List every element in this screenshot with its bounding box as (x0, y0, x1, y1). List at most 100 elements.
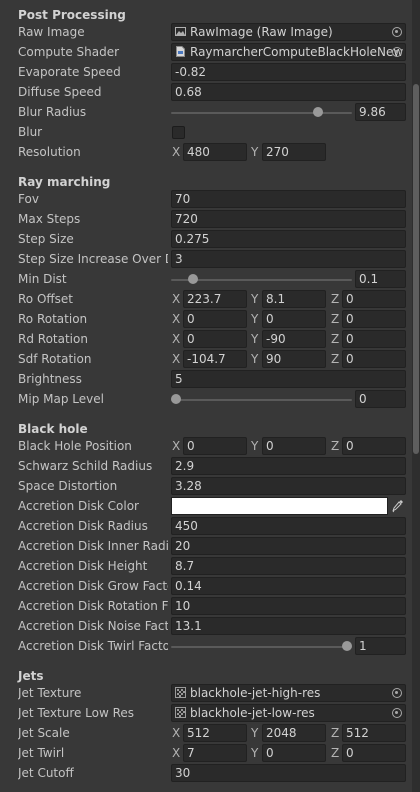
section-header-black-hole: Black hole (18, 422, 88, 436)
schwarz-schild-radius-field[interactable]: 2.9 (171, 457, 406, 475)
raw-image-value: RawImage (Raw Image) (190, 25, 333, 39)
blur-checkbox[interactable] (172, 126, 185, 139)
jet-scale-y-field[interactable]: 2048 (262, 724, 326, 742)
vertical-scrollbar[interactable] (412, 0, 420, 792)
black-hole-position-z-field[interactable]: 0 (342, 437, 406, 455)
ro-offset-z-field[interactable]: 0 (342, 290, 406, 308)
axis-y-label: Y (251, 352, 259, 366)
min-dist-row: Min Dist 0.1 (0, 269, 412, 289)
jet-cutoff-field[interactable]: 30 (171, 764, 406, 782)
section-header-ray-marching: Ray marching (18, 175, 111, 189)
mip-map-level-slider-track[interactable] (171, 399, 352, 401)
ro-offset-x-field[interactable]: 223.7 (183, 290, 247, 308)
resolution-y-field[interactable]: 270 (262, 143, 326, 161)
accretion-disk-grow-factor-field[interactable]: 0.14 (171, 577, 406, 595)
ro-rotation-z-field[interactable]: 0 (342, 310, 406, 328)
diffuse-speed-field[interactable]: 0.68 (171, 83, 406, 101)
accretion-disk-twirl-factor-slider-track[interactable] (171, 646, 352, 648)
ro-rotation-x-field[interactable]: 0 (183, 310, 247, 328)
jet-scale-x-field[interactable]: 512 (183, 724, 247, 742)
object-picker-icon[interactable] (392, 688, 402, 698)
accretion-disk-rotation-factor-row: Accretion Disk Rotation Fac 10 (0, 596, 412, 616)
sdf-rotation-row: Sdf Rotation X -104.7 Y 90 Z 0 (0, 349, 412, 369)
accretion-disk-grow-factor-label: Accretion Disk Grow Facto (18, 579, 168, 593)
blur-label: Blur (18, 125, 43, 139)
sdf-rotation-x-field[interactable]: -104.7 (183, 350, 247, 368)
accretion-disk-color-label: Accretion Disk Color (18, 499, 139, 513)
accretion-disk-rotation-factor-label: Accretion Disk Rotation Fac (18, 599, 168, 613)
ro-rotation-y-field[interactable]: 0 (262, 310, 326, 328)
rd-rotation-y-field[interactable]: -90 (262, 330, 326, 348)
fov-field[interactable]: 70 (171, 190, 406, 208)
axis-x-label: X (172, 726, 181, 740)
accretion-disk-inner-radius-field[interactable]: 20 (171, 537, 406, 555)
black-hole-position-y-field[interactable]: 0 (262, 437, 326, 455)
jet-texture-field[interactable]: blackhole-jet-high-res (171, 684, 406, 702)
axis-x-label: X (172, 439, 181, 453)
axis-z-label: Z (331, 746, 340, 760)
jet-texture-low-res-field[interactable]: blackhole-jet-low-res (171, 704, 406, 722)
axis-z-label: Z (331, 439, 340, 453)
black-hole-position-row: Black Hole Position X 0 Y 0 Z 0 (0, 436, 412, 456)
jet-scale-z-field[interactable]: 512 (342, 724, 406, 742)
axis-y-label: Y (251, 439, 259, 453)
accretion-disk-twirl-factor-field[interactable]: 1 (355, 637, 406, 655)
mip-map-level-row: Mip Map Level 0 (0, 389, 412, 409)
object-picker-icon[interactable] (392, 27, 402, 37)
ro-offset-row: Ro Offset X 223.7 Y 8.1 Z 0 (0, 289, 412, 309)
blur-row: Blur (0, 122, 412, 142)
axis-y-label: Y (251, 332, 259, 346)
section-header-post-processing: Post Processing (18, 8, 126, 22)
axis-x-label: X (172, 312, 181, 326)
jet-cutoff-label: Jet Cutoff (18, 766, 74, 780)
space-distortion-field[interactable]: 3.28 (171, 477, 406, 495)
max-steps-field[interactable]: 720 (171, 210, 406, 228)
object-picker-icon[interactable] (392, 47, 402, 57)
compute-shader-field[interactable]: RaymarcherComputeBlackHoleNew (171, 43, 406, 61)
accretion-disk-height-label: Accretion Disk Height (18, 559, 148, 573)
brightness-field[interactable]: 5 (171, 370, 406, 388)
step-size-increase-row: Step Size Increase Over Di 3 (0, 249, 412, 269)
accretion-disk-noise-factor-field[interactable]: 13.1 (171, 617, 406, 635)
axis-z-label: Z (331, 726, 340, 740)
object-picker-icon[interactable] (392, 708, 402, 718)
raw-image-field[interactable]: RawImage (Raw Image) (171, 23, 406, 41)
raw-image-row: Raw Image RawImage (Raw Image) (0, 22, 412, 42)
accretion-disk-twirl-factor-slider-thumb[interactable] (342, 641, 352, 651)
rd-rotation-x-field[interactable]: 0 (183, 330, 247, 348)
resolution-row: Resolution X 480 Y 270 (0, 142, 412, 162)
blur-radius-slider-thumb[interactable] (312, 107, 323, 117)
sdf-rotation-y-field[interactable]: 90 (262, 350, 326, 368)
accretion-disk-radius-field[interactable]: 450 (171, 517, 406, 535)
schwarz-schild-radius-label: Schwarz Schild Radius (18, 459, 153, 473)
sdf-rotation-z-field[interactable]: 0 (342, 350, 406, 368)
resolution-x-field[interactable]: 480 (183, 143, 247, 161)
axis-x-label: X (172, 145, 181, 159)
min-dist-slider-track[interactable] (171, 279, 352, 281)
accretion-disk-color-swatch[interactable] (171, 497, 388, 515)
eyedropper-icon[interactable] (392, 499, 404, 513)
blur-radius-field[interactable]: 9.86 (355, 103, 406, 121)
jet-twirl-y-field[interactable]: 0 (262, 744, 326, 762)
min-dist-slider-thumb[interactable] (188, 274, 199, 284)
accretion-disk-height-field[interactable]: 8.7 (171, 557, 406, 575)
min-dist-field[interactable]: 0.1 (355, 270, 406, 288)
mip-map-level-field[interactable]: 0 (355, 390, 406, 408)
step-size-field[interactable]: 0.275 (171, 230, 406, 248)
black-hole-position-x-field[interactable]: 0 (183, 437, 247, 455)
scrollbar-thumb[interactable] (413, 84, 419, 454)
jet-twirl-z-field[interactable]: 0 (342, 744, 406, 762)
blur-radius-slider-track[interactable] (171, 112, 352, 114)
diffuse-speed-label: Diffuse Speed (18, 85, 102, 99)
evaporate-speed-field[interactable]: -0.82 (171, 63, 406, 81)
accretion-disk-height-row: Accretion Disk Height 8.7 (0, 556, 412, 576)
rd-rotation-z-field[interactable]: 0 (342, 330, 406, 348)
jet-twirl-x-field[interactable]: 7 (183, 744, 247, 762)
step-size-increase-field[interactable]: 3 (171, 250, 406, 268)
axis-y-label: Y (251, 726, 259, 740)
mip-map-level-slider-thumb[interactable] (171, 394, 181, 404)
accretion-disk-color-row: Accretion Disk Color (0, 496, 412, 516)
ro-offset-y-field[interactable]: 8.1 (262, 290, 326, 308)
brightness-row: Brightness 5 (0, 369, 412, 389)
accretion-disk-rotation-factor-field[interactable]: 10 (171, 597, 406, 615)
